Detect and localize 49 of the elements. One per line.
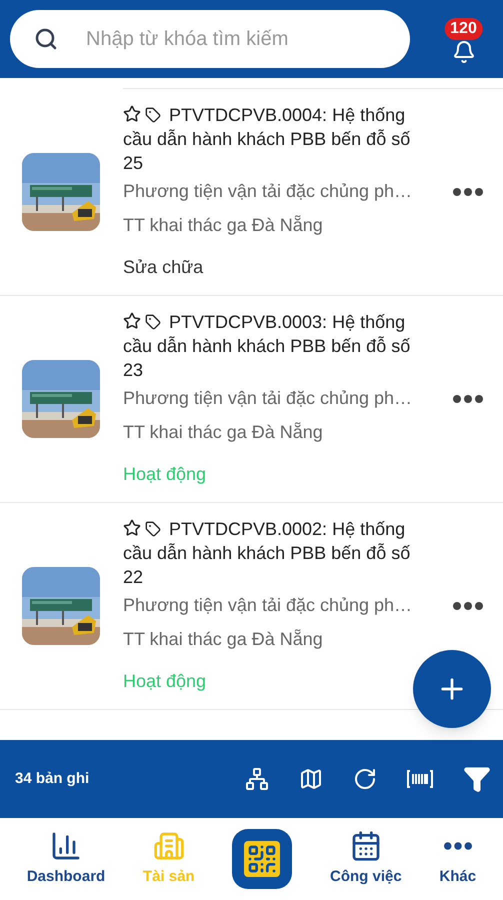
- item-status: Hoạt động: [123, 463, 208, 486]
- more-icon: [444, 842, 472, 850]
- item-status: Hoạt động: [123, 670, 208, 693]
- nav-tab[interactable]: Dashboard: [26, 830, 106, 888]
- map-button[interactable]: [299, 767, 323, 791]
- filter-icon: [463, 765, 491, 793]
- more-icon: [453, 602, 483, 610]
- more-button[interactable]: [453, 602, 483, 610]
- notification-badge: 120: [444, 18, 483, 40]
- search-field[interactable]: Nhập từ khóa tìm kiếm: [10, 10, 410, 68]
- scan-qr-button[interactable]: [232, 829, 292, 889]
- item-status: Sửa chữa: [123, 256, 204, 279]
- filter-button[interactable]: [463, 765, 491, 793]
- star-icon[interactable]: [123, 105, 141, 123]
- bar-chart-icon: [50, 830, 82, 862]
- item-title[interactable]: PTVTDCPVB.0002: Hệ thống cầu dẫn hành khách PBB bến đỗ số 22: [123, 517, 423, 589]
- item-title[interactable]: PTVTDCPVB.0004: Hệ thống cầu dẫn hành khách PBB bến đỗ số 25: [123, 103, 423, 175]
- notification-button[interactable]: 120: [434, 14, 493, 64]
- item-category: Phương tiện vận tải đặc chủng ph…: [123, 594, 414, 617]
- map-icon: [299, 767, 323, 791]
- barcode-button[interactable]: [407, 769, 433, 789]
- hierarchy-button[interactable]: [245, 767, 269, 791]
- hierarchy-icon: [245, 767, 269, 791]
- item-unit: TT khai thác ga Đà Nẵng: [123, 628, 324, 651]
- tag-icon[interactable]: [145, 314, 161, 330]
- barcode-icon: [407, 769, 433, 789]
- qr-code-icon: [244, 841, 280, 877]
- tag-icon[interactable]: [145, 521, 161, 537]
- star-icon[interactable]: [123, 312, 141, 330]
- refresh-icon: [353, 767, 377, 791]
- refresh-button[interactable]: [353, 767, 377, 791]
- more-icon: [453, 395, 483, 403]
- item-title[interactable]: PTVTDCPVB.0003: Hệ thống cầu dẫn hành khách PBB bến đỗ số 23: [123, 310, 423, 382]
- more-button[interactable]: [453, 395, 483, 403]
- search-icon: [34, 27, 58, 51]
- item-unit: TT khai thác ga Đà Nẵng: [123, 421, 324, 444]
- more-icon: [453, 188, 483, 196]
- calendar-icon: [350, 830, 382, 862]
- nav-tab[interactable]: Khác: [439, 830, 476, 888]
- nav-tab[interactable]: Công việc: [330, 830, 402, 888]
- building-icon: [152, 830, 185, 862]
- bell-icon: [452, 40, 476, 64]
- item-category: Phương tiện vận tải đặc chủng ph…: [123, 387, 414, 410]
- item-category: Phương tiện vận tải đặc chủng ph…: [123, 180, 414, 203]
- more-button[interactable]: [453, 188, 483, 196]
- tag-icon[interactable]: [145, 107, 161, 123]
- item-unit: TT khai thác ga Đà Nẵng: [123, 214, 324, 237]
- star-icon[interactable]: [123, 519, 141, 537]
- record-count: 34 bản ghi: [15, 768, 90, 789]
